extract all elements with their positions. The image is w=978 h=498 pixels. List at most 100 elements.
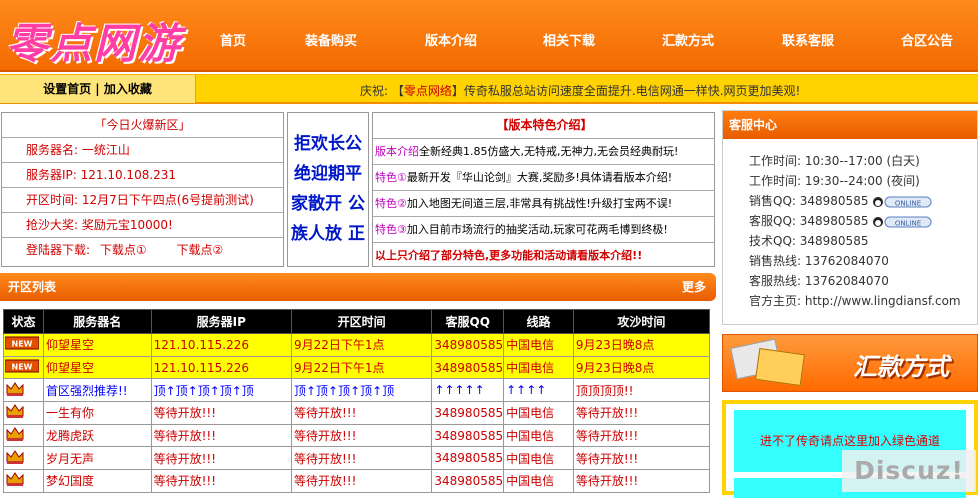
server-ip-cell: 等待开放!!! (150, 469, 292, 493)
open-time-cell: 顶↑顶↑顶↑顶↑顶 (290, 378, 433, 403)
server-list-title: 开区列表 (8, 280, 57, 294)
table-row: 龙腾虎跃 等待开放!!! 等待开放!!! 348980585 中国电信 等待开放!!! (3, 423, 711, 448)
status-cell (3, 423, 44, 448)
qq-online-icon[interactable]: ONLINE (872, 195, 932, 209)
feature-row: 特色②加入地图无间道三层,非常具有挑战性!升级打宝两不误! (373, 191, 714, 217)
table-body: NEW 仰望星空 121.10.115.226 9月22日下午1点 348980585 中… (3, 333, 711, 493)
server-name-cell[interactable]: 岁月无声 (42, 446, 152, 471)
support-qq-cell: 348980585 (431, 401, 505, 425)
table-row: 岁月无声 等待开放!!! 等待开放!!! 348980585 中国电信 等待开放!!! (3, 446, 711, 471)
crown-icon (6, 404, 24, 419)
support-hotline: 客服热线: 13762084070 (749, 274, 889, 288)
svg-text:NEW: NEW (12, 363, 33, 372)
remit-title: 汇款方式 (853, 353, 949, 381)
server-ip-cell: 顶↑顶↑顶↑顶↑顶 (150, 378, 292, 403)
today-title: 「今日火爆新区」 (2, 113, 283, 138)
server-ip-cell: 等待开放!!! (150, 401, 292, 425)
slogan-line: 家散开 公 (291, 194, 365, 214)
feature-text: 最新开发『华山论剑』大赛,奖励多!具体请看版本介绍! (406, 171, 673, 184)
table-row: NEW 仰望星空 121.10.115.226 9月22日下午1点 348980585 中… (3, 355, 711, 380)
qq-online-icon[interactable]: ONLINE (872, 215, 932, 229)
slogan-line: 族人放 正 (291, 224, 365, 244)
more-link[interactable]: 更多 (682, 273, 706, 301)
download-link-2[interactable]: 下载点② (176, 243, 223, 257)
server-name-cell[interactable]: 仰望星空 (42, 355, 152, 380)
customer-service-panel: 客服中心 工作时间: 10:30--17:00 (白天) 工作时间: 19:30… (722, 110, 978, 325)
table-row: NEW 仰望星空 121.10.115.226 9月22日下午1点 348980585 中… (3, 333, 711, 357)
add-favorite-link[interactable]: 加入收藏 (104, 82, 152, 96)
col-support-qq: 客服QQ (431, 309, 505, 334)
site-logo[interactable]: 零点网游 (6, 10, 182, 71)
col-server-ip: 服务器IP (150, 309, 292, 334)
service-title: 客服中心 (723, 111, 977, 139)
sales-hotline: 销售热线: 13762084070 (749, 254, 889, 268)
sales-qq-text: 销售QQ: 348980585 (749, 194, 869, 208)
remit-banner[interactable]: 汇款方式 (722, 334, 978, 392)
server-name-cell[interactable]: 首区强烈推荐!! (42, 378, 152, 403)
support-qq-cell: 348980585 (431, 423, 505, 448)
download-link-1[interactable]: 下载点① (100, 243, 147, 257)
features-footer: 以上只介绍了部分特色,更多功能和活动请看版本介绍!! (375, 249, 643, 262)
support-qq-text: 客服QQ: 348980585 (749, 214, 869, 228)
support-qq-cell: ↑↑↑↑↑ (431, 378, 505, 403)
nav-downloads[interactable]: 相关下载 (543, 30, 595, 49)
server-name-cell[interactable]: 龙腾虎跃 (42, 423, 152, 448)
nav-merge-notice[interactable]: 合区公告 (901, 30, 953, 49)
official-homepage[interactable]: 官方主页: http://www.lingdiansf.com (723, 291, 977, 311)
siege-time-cell: 等待开放!!! (572, 423, 711, 448)
server-ip: 服务器IP: 121.10.108.231 (2, 163, 283, 188)
work-hours-night: 工作时间: 19:30--24:00 (夜间) (749, 174, 920, 188)
new-badge-icon: NEW (4, 359, 40, 373)
site-header: 零点网游 首页 装备购买 版本介绍 相关下载 汇款方式 联系客服 合区公告 (0, 0, 978, 72)
server-name-cell[interactable]: 梦幻国度 (42, 469, 152, 493)
support-qq-cell: 348980585 (431, 355, 505, 380)
open-time: 开区时间: 12月7日下午四点(6号提前测试) (2, 188, 283, 213)
server-list-bar: 开区列表 更多 (0, 273, 716, 301)
nav-version-intro[interactable]: 版本介绍 (425, 30, 477, 49)
status-cell: NEW (3, 355, 44, 380)
feature-tag[interactable]: 版本介绍 (375, 145, 419, 158)
feature-tag: 特色② (375, 197, 407, 210)
server-name-cell[interactable]: 仰望星空 (42, 333, 152, 357)
nav-payment-methods[interactable]: 汇款方式 (662, 30, 714, 49)
status-cell (3, 401, 44, 425)
slogan-box: 拒欢长公 绝迎期平 家散开 公 族人放 正 (287, 112, 369, 267)
line-cell: 中国电信 (503, 423, 574, 448)
line-cell: 中国电信 (503, 401, 574, 425)
tech-qq: 技术QQ: 348980585 (749, 234, 869, 248)
open-time-cell: 等待开放!!! (290, 469, 433, 493)
col-open-time: 开区时间 (290, 309, 433, 334)
svg-text:NEW: NEW (12, 340, 33, 349)
col-server-name: 服务器名 (42, 309, 152, 334)
open-time-cell: 等待开放!!! (290, 401, 433, 425)
version-features-box: 【版本特色介绍】 版本介绍全新经典1.85仿盛大,无特戒,无神力,无会员经典耐玩… (372, 112, 715, 267)
sales-qq: 销售QQ: 348980585 ONLINE (723, 191, 977, 211)
news-text: 】传奇私服总站访问速度全面提升.电信网通一样快.网页更加美观! (451, 84, 801, 98)
nav-home[interactable]: 首页 (220, 30, 246, 49)
feature-row: 版本介绍全新经典1.85仿盛大,无特戒,无神力,无会员经典耐玩! (373, 139, 714, 165)
slogan-line: 绝迎期平 (294, 164, 362, 184)
nav-equipment-purchase[interactable]: 装备购买 (305, 30, 357, 49)
support-qq-cell: 348980585 (431, 333, 505, 357)
sub-bar: 设置首页 | 加入收藏 庆祝: 【零点网络】传奇私服总站访问速度全面提升.电信网… (0, 74, 978, 104)
feature-text: 全新经典1.85仿盛大,无特戒,无神力,无会员经典耐玩! (419, 145, 679, 158)
server-name-cell[interactable]: 一生有你 (42, 401, 152, 425)
nav-contact-support[interactable]: 联系客服 (782, 30, 834, 49)
table-row: 梦幻国度 等待开放!!! 等待开放!!! 348980585 中国电信 等待开放!!! (3, 469, 711, 493)
crown-icon (6, 381, 24, 396)
support-qq-cell: 348980585 (431, 469, 505, 493)
feature-row: 特色①最新开发『华山论剑』大赛,奖励多!具体请看版本介绍! (373, 165, 714, 191)
server-ip-cell: 121.10.115.226 (150, 333, 292, 357)
open-time-cell: 9月22日下午1点 (290, 333, 433, 357)
server-ip-cell: 121.10.115.226 (150, 355, 292, 380)
status-cell (3, 446, 44, 471)
open-time-cell: 等待开放!!! (290, 423, 433, 448)
svg-text:ONLINE: ONLINE (895, 219, 921, 227)
open-time-cell: 9月22日下午1点 (290, 355, 433, 380)
set-homepage-link[interactable]: 设置首页 (43, 82, 91, 96)
launcher-download: 登陆器下载: 下载点① 下载点② (2, 238, 283, 263)
status-cell (3, 469, 44, 493)
server-ip-cell: 等待开放!!! (150, 446, 292, 471)
slogan-line: 拒欢长公 (294, 134, 362, 154)
news-site[interactable]: 零点网络 (404, 84, 452, 98)
